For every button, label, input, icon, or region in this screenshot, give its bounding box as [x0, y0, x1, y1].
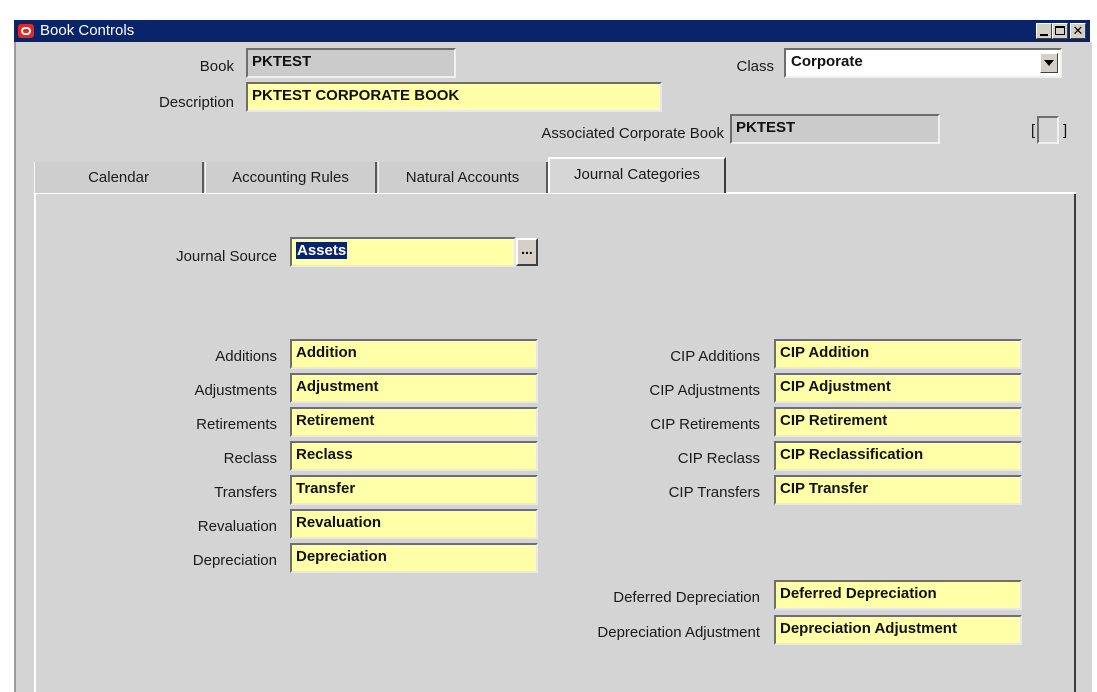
- associated-book-label: Associated Corporate Book: [541, 125, 724, 142]
- close-button[interactable]: ✕: [1070, 23, 1086, 39]
- tab-natural-accounts-label: Natural Accounts: [405, 169, 520, 186]
- retirements-label: Retirements: [196, 416, 277, 433]
- reclass-field[interactable]: Reclass: [290, 441, 538, 471]
- title-bar: Book Controls ✕: [14, 20, 1090, 42]
- descriptive-flexfield[interactable]: [1037, 116, 1059, 144]
- description-label: Description: [158, 94, 234, 111]
- transfers-label: Transfers: [214, 484, 277, 501]
- adjustments-field[interactable]: Adjustment: [290, 373, 538, 403]
- cip-transfers-label: CIP Transfers: [668, 484, 760, 501]
- journal-source-label: Journal Source: [176, 248, 277, 265]
- adjustments-label: Adjustments: [194, 382, 277, 399]
- depreciation-field[interactable]: Depreciation: [290, 543, 538, 573]
- depreciation-adjustment-label: Depreciation Adjustment: [597, 624, 760, 641]
- cip-retirements-field[interactable]: CIP Retirement: [774, 407, 1022, 437]
- class-value: Corporate: [791, 53, 863, 70]
- deferred-depreciation-field[interactable]: Deferred Depreciation: [774, 580, 1022, 610]
- minimize-button[interactable]: [1036, 23, 1052, 39]
- tab-journal-categories[interactable]: Journal Categories: [548, 157, 726, 193]
- description-field[interactable]: PKTEST CORPORATE BOOK: [246, 82, 662, 112]
- class-select[interactable]: Corporate: [784, 48, 1062, 78]
- dff-bracket-left: [: [1031, 122, 1036, 139]
- cip-reclass-field[interactable]: CIP Reclassification: [774, 441, 1022, 471]
- revaluation-field[interactable]: Revaluation: [290, 509, 538, 539]
- tab-accounting-rules[interactable]: Accounting Rules: [205, 162, 377, 193]
- book-label: Book: [199, 58, 234, 75]
- ellipsis-icon: ...: [521, 241, 533, 257]
- cip-transfers-field[interactable]: CIP Transfer: [774, 475, 1022, 505]
- cip-adjustments-field[interactable]: CIP Adjustment: [774, 373, 1022, 403]
- cip-retirements-label: CIP Retirements: [650, 416, 760, 433]
- cip-additions-label: CIP Additions: [670, 348, 760, 365]
- reclass-label: Reclass: [223, 450, 277, 467]
- chevron-down-icon[interactable]: [1040, 53, 1058, 73]
- maximize-button[interactable]: [1052, 23, 1068, 39]
- close-icon: ✕: [1072, 23, 1084, 38]
- tab-calendar[interactable]: Calendar: [34, 162, 204, 193]
- revaluation-label: Revaluation: [197, 518, 277, 535]
- cip-adjustments-label: CIP Adjustments: [649, 382, 760, 399]
- cip-additions-field[interactable]: CIP Addition: [774, 339, 1022, 369]
- additions-label: Additions: [215, 348, 277, 365]
- cip-reclass-label: CIP Reclass: [677, 450, 760, 467]
- tab-natural-accounts[interactable]: Natural Accounts: [378, 162, 548, 193]
- deferred-depreciation-label: Deferred Depreciation: [613, 589, 760, 606]
- tab-calendar-label: Calendar: [88, 169, 149, 186]
- class-label: Class: [736, 58, 774, 75]
- associated-book-field[interactable]: PKTEST: [730, 114, 940, 144]
- depreciation-label: Depreciation: [192, 552, 277, 569]
- dff-bracket-right: ]: [1063, 122, 1068, 139]
- window-title: Book Controls: [40, 22, 135, 39]
- additions-field[interactable]: Addition: [290, 339, 538, 369]
- tab-accounting-rules-label: Accounting Rules: [232, 169, 349, 186]
- retirements-field[interactable]: Retirement: [290, 407, 538, 437]
- depreciation-adjustment-field[interactable]: Depreciation Adjustment: [774, 615, 1022, 645]
- oracle-logo-icon: [18, 24, 34, 38]
- journal-source-value: Assets: [296, 242, 348, 259]
- transfers-field[interactable]: Transfer: [290, 475, 538, 505]
- list-of-values-button[interactable]: ...: [516, 238, 538, 266]
- tab-journal-categories-label: Journal Categories: [574, 166, 700, 183]
- journal-source-field[interactable]: Assets: [290, 237, 516, 267]
- book-field[interactable]: PKTEST: [246, 48, 456, 78]
